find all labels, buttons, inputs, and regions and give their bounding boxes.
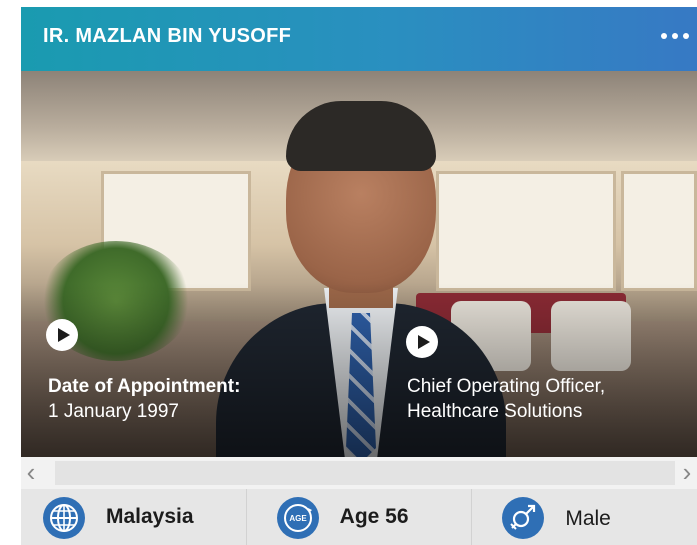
horizontal-scrollbar[interactable]: ‹ › [21, 457, 697, 489]
chevron-right-icon[interactable]: › [667, 457, 697, 489]
globe-icon [43, 497, 85, 539]
age-badge-text: AGE [289, 514, 307, 523]
play-icon[interactable] [406, 326, 438, 358]
appointment-label: Date of Appointment: [48, 376, 241, 397]
age-value: Age 56 [339, 505, 409, 528]
info-bar: Malaysia AGE Age 56 Male [21, 489, 697, 545]
gender-value: Male [565, 507, 611, 530]
profile-header: IR. MAZLAN BIN YUSOFF [21, 7, 697, 71]
gender-icon [502, 497, 545, 539]
play-icon[interactable] [46, 319, 78, 351]
chevron-left-icon[interactable]: ‹ [11, 457, 51, 489]
profile-name: IR. MAZLAN BIN YUSOFF [43, 25, 292, 47]
nationality-value: Malaysia [106, 505, 194, 528]
scroll-track[interactable] [55, 461, 675, 485]
appointment-date: 1 January 1997 [48, 401, 179, 422]
photo-overlay [21, 71, 697, 457]
profile-card: IR. MAZLAN BIN YUSOFF Date of Appointmen… [21, 7, 697, 545]
role-line-1: Chief Operating Officer, [407, 376, 606, 397]
nationality-cell: Malaysia [21, 489, 247, 545]
age-icon: AGE [276, 497, 319, 539]
age-cell: AGE Age 56 [247, 489, 473, 545]
profile-photo: Date of Appointment: 1 January 1997 Chie… [21, 71, 697, 457]
role-line-2: Healthcare Solutions [407, 401, 583, 422]
more-icon[interactable] [661, 33, 689, 39]
gender-cell: Male [472, 489, 697, 545]
